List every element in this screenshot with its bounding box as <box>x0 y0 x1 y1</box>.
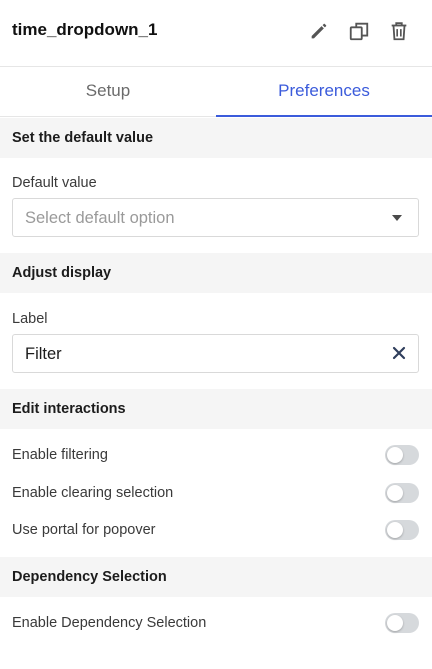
pencil-icon[interactable] <box>308 20 330 42</box>
toggle-row-dependency: Enable Dependency Selection <box>0 605 432 641</box>
tab-preferences[interactable]: Preferences <box>216 67 432 117</box>
duplicate-icon[interactable] <box>348 20 370 42</box>
label-input-value: Filter <box>25 345 62 363</box>
use-portal-toggle[interactable] <box>385 520 419 540</box>
default-value-placeholder: Select default option <box>25 209 175 227</box>
toggle-knob <box>387 615 403 631</box>
toggle-knob <box>387 485 403 501</box>
panel-header: time_dropdown_1 <box>0 0 432 67</box>
label-field-label: Label <box>12 311 48 327</box>
section-interactions-title: Edit interactions <box>0 389 432 429</box>
toggle-row-enable-filtering: Enable filtering <box>0 437 432 473</box>
use-portal-label: Use portal for popover <box>12 522 156 538</box>
toggle-knob <box>387 522 403 538</box>
enable-dependency-toggle[interactable] <box>385 613 419 633</box>
enable-clearing-toggle[interactable] <box>385 483 419 503</box>
tab-bar: Setup Preferences <box>0 67 432 117</box>
chevron-down-icon[interactable] <box>392 215 402 221</box>
label-input[interactable]: Filter <box>12 334 419 373</box>
section-default-value-title: Set the default value <box>0 118 432 158</box>
toggle-row-enable-clearing: Enable clearing selection <box>0 475 432 511</box>
enable-filtering-toggle[interactable] <box>385 445 419 465</box>
component-title: time_dropdown_1 <box>12 20 158 39</box>
default-value-label: Default value <box>12 175 97 191</box>
tab-setup[interactable]: Setup <box>0 67 216 117</box>
toggle-knob <box>387 447 403 463</box>
close-icon[interactable] <box>390 344 408 362</box>
enable-clearing-label: Enable clearing selection <box>12 485 174 501</box>
section-display-title: Adjust display <box>0 253 432 293</box>
enable-dependency-label: Enable Dependency Selection <box>12 615 207 631</box>
trash-icon[interactable] <box>388 20 410 42</box>
default-value-select[interactable]: Select default option <box>12 198 419 237</box>
enable-filtering-label: Enable filtering <box>12 447 108 463</box>
section-dependency-title: Dependency Selection <box>0 557 432 597</box>
toggle-row-use-portal: Use portal for popover <box>0 512 432 548</box>
